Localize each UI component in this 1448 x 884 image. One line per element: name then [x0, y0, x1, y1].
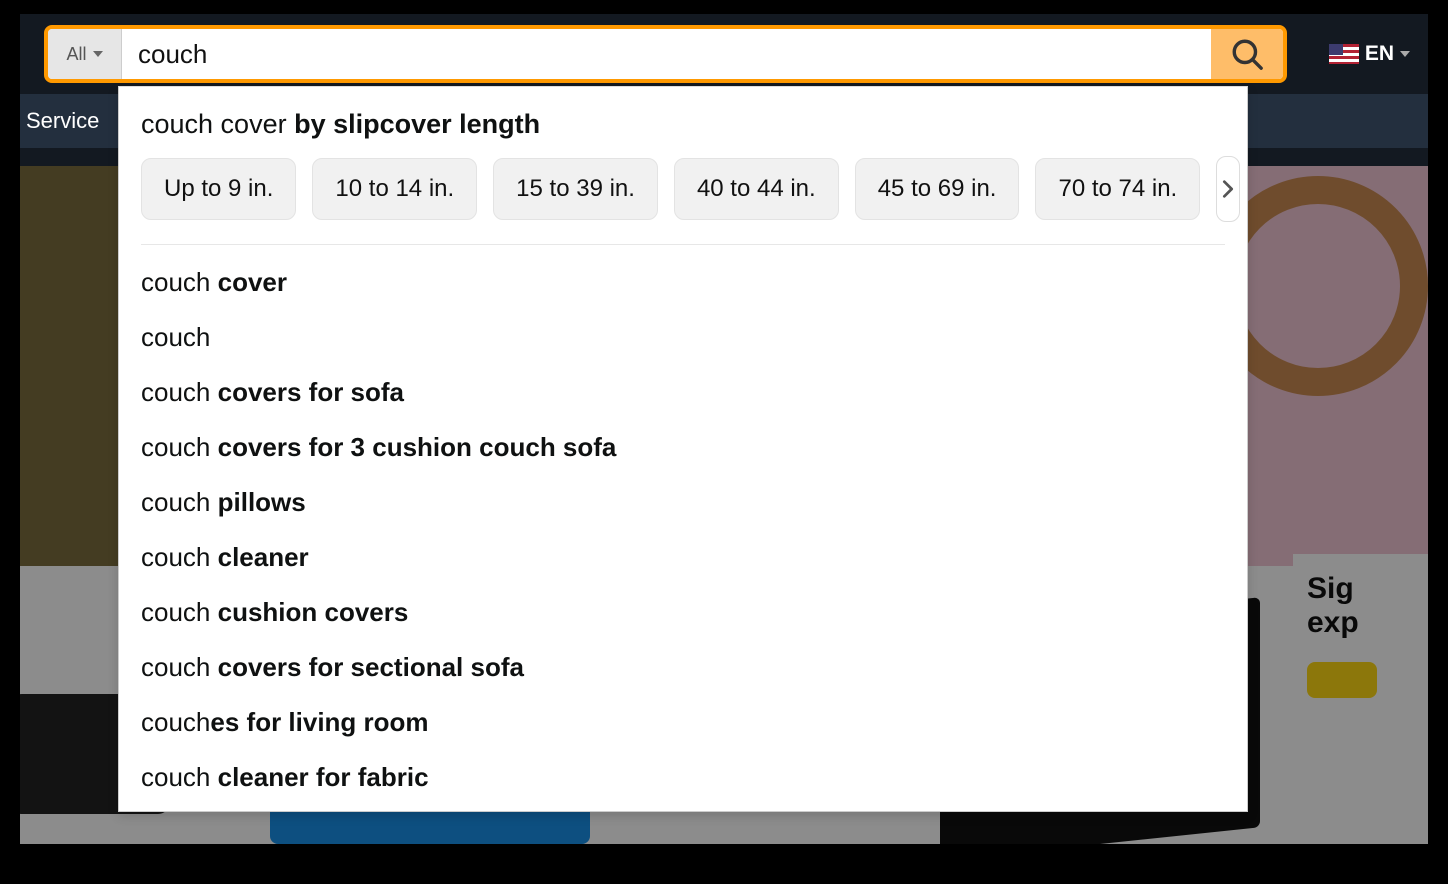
promo-line-1: Sig — [1307, 572, 1428, 606]
refinement-title: couch cover by slipcover length — [141, 109, 1225, 140]
refinement-scroll-next-button[interactable] — [1216, 156, 1240, 222]
refinement-title-prefix: couch cover — [141, 109, 294, 139]
refinement-chip[interactable]: 15 to 39 in. — [493, 158, 658, 220]
suggestion-item[interactable]: couch — [119, 310, 1247, 365]
subnav-item-service[interactable]: Service — [26, 108, 99, 134]
refinement-chip[interactable]: 10 to 14 in. — [312, 158, 477, 220]
suggestion-item[interactable]: couch cushion covers — [119, 585, 1247, 640]
search-input[interactable] — [122, 29, 1211, 79]
language-label: EN — [1365, 42, 1394, 66]
search-submit-button[interactable] — [1211, 29, 1283, 79]
flag-us-icon — [1329, 44, 1359, 64]
refinement-section: couch cover by slipcover length Up to 9 … — [119, 87, 1247, 236]
suggestion-item[interactable]: couch pillows — [119, 475, 1247, 530]
suggestion-item[interactable]: couch covers for sectional sofa — [119, 640, 1247, 695]
suggestion-item[interactable]: couches for living room — [119, 695, 1247, 750]
promo-line-2: exp — [1307, 606, 1428, 640]
suggestion-item[interactable]: couch covers for sofa — [119, 365, 1247, 420]
top-nav: All EN — [20, 14, 1428, 94]
search-icon — [1230, 37, 1264, 71]
language-selector[interactable]: EN — [1299, 42, 1410, 66]
refinement-chip[interactable]: 45 to 69 in. — [855, 158, 1020, 220]
refinement-chips-row: Up to 9 in. 10 to 14 in. 15 to 39 in. 40… — [141, 156, 1225, 222]
search-category-dropdown[interactable]: All — [48, 29, 122, 79]
search-category-label: All — [66, 44, 86, 65]
refinement-chip[interactable]: 40 to 44 in. — [674, 158, 839, 220]
suggestion-list: couch cover couch couch covers for sofa … — [119, 249, 1247, 805]
refinement-chip[interactable]: 70 to 74 in. — [1035, 158, 1200, 220]
caret-down-icon — [1400, 51, 1410, 57]
suggestion-item[interactable]: couch cleaner for fabric — [119, 750, 1247, 805]
suggestion-item[interactable]: couch cover — [119, 255, 1247, 310]
promo-cta-button[interactable] — [1307, 662, 1377, 698]
search-bar: All — [44, 25, 1287, 83]
refinement-chip[interactable]: Up to 9 in. — [141, 158, 296, 220]
search-suggestions-flyout: couch cover by slipcover length Up to 9 … — [118, 86, 1248, 812]
divider — [141, 244, 1225, 245]
refinement-title-bold: by slipcover length — [294, 109, 540, 139]
suggestion-item[interactable]: couch covers for 3 cushion couch sofa — [119, 420, 1247, 475]
chevron-right-icon — [1217, 178, 1239, 200]
caret-down-icon — [93, 51, 103, 57]
suggestion-item[interactable]: couch cleaner — [119, 530, 1247, 585]
